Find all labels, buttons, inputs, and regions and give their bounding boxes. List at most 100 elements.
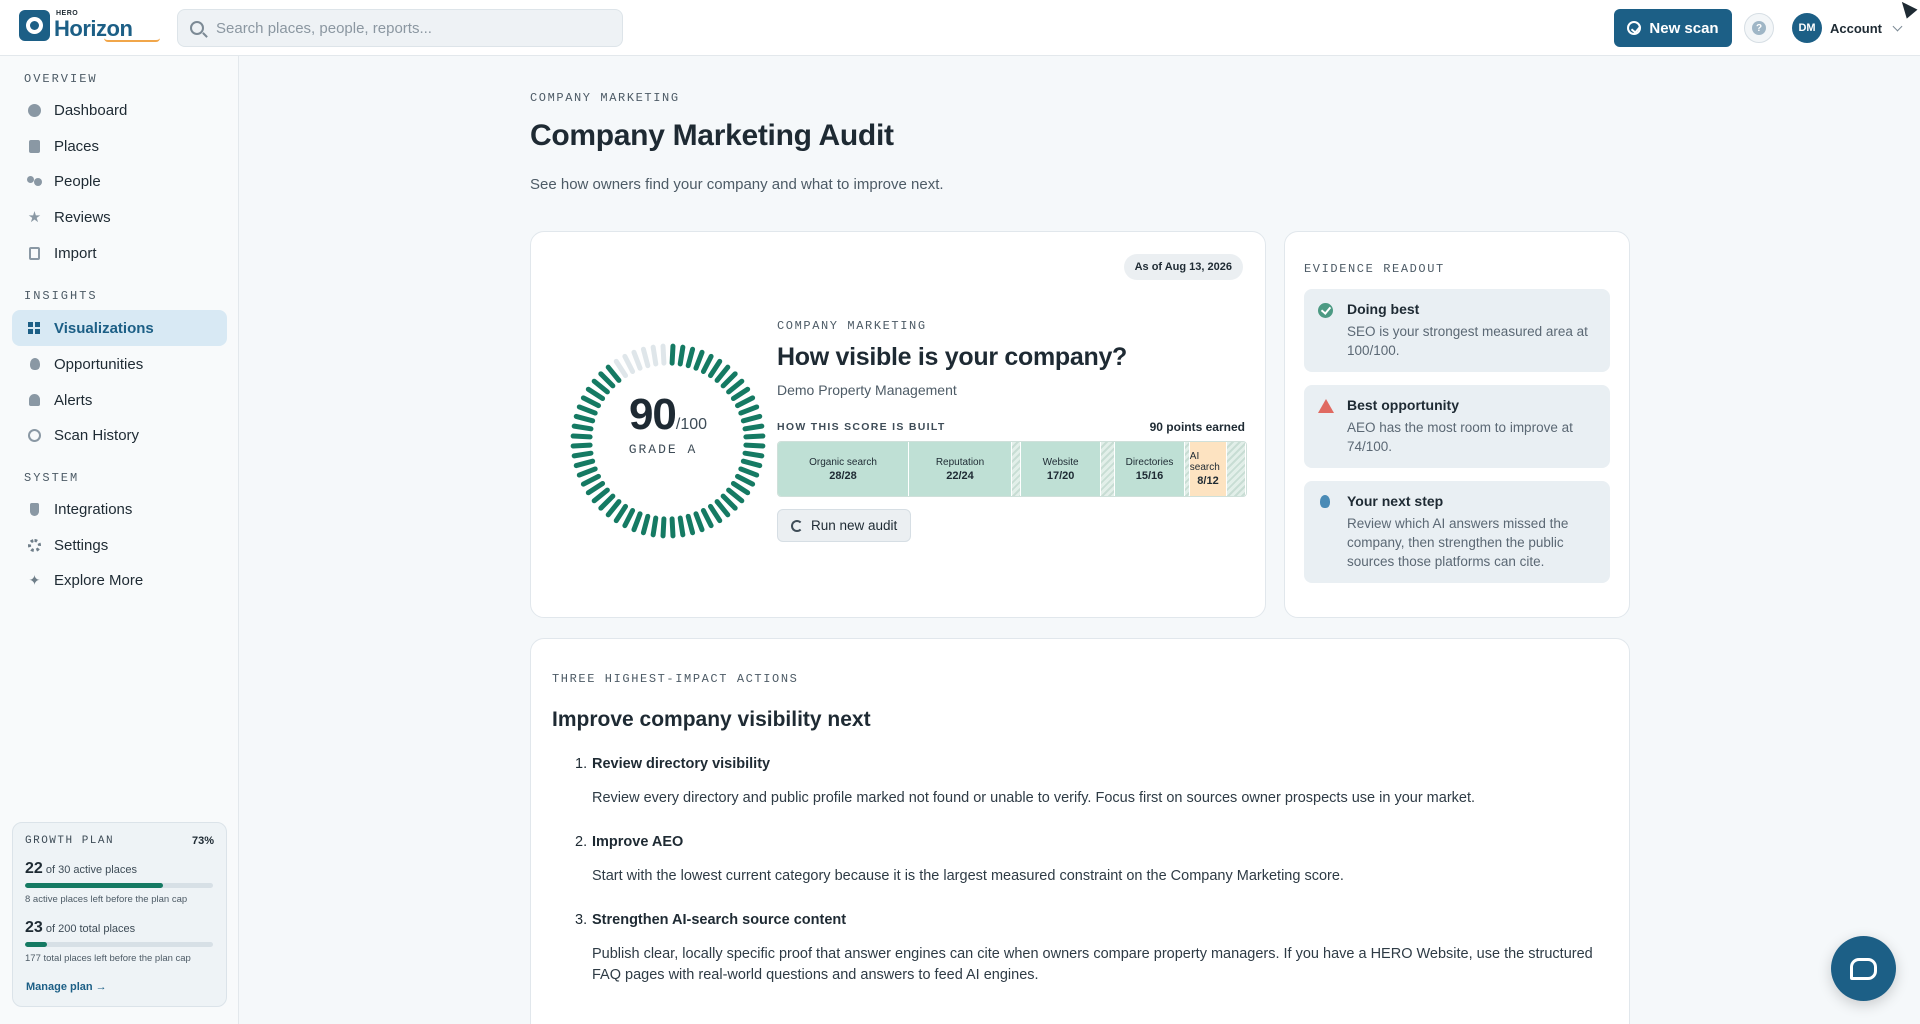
segment-value: 8/12 <box>1197 475 1219 487</box>
manage-plan-link[interactable]: Manage plan → <box>26 981 107 993</box>
run-new-audit-label: Run new audit <box>811 518 898 533</box>
segment-value: 22/24 <box>946 469 974 482</box>
active-places-note: 8 active places left before the plan cap <box>25 894 188 905</box>
action-text: Publish clear, locally specific proof th… <box>592 946 1593 983</box>
gauge-tick <box>580 473 602 487</box>
active-places-count: 22 <box>25 860 43 877</box>
gauge-tick <box>631 349 643 371</box>
grade-label: GRADE A <box>628 442 698 457</box>
gauge-tick <box>693 511 705 533</box>
help-button[interactable]: ? <box>1744 13 1774 43</box>
gauge-tick <box>585 480 606 496</box>
lightbulb-icon <box>1320 495 1330 508</box>
search-input[interactable] <box>216 19 596 37</box>
action-item: 1. Review directory visibility Review ev… <box>575 756 1608 809</box>
plug-icon <box>30 502 39 516</box>
evidence-next-step: Your next step Review which AI answers m… <box>1304 481 1610 583</box>
gauge-tick <box>650 515 659 538</box>
gauge-tick <box>573 413 596 424</box>
action-item: 2. Improve AEO Start with the lowest cur… <box>575 834 1608 887</box>
sidebar-item-scan-history[interactable]: Scan History <box>12 417 227 453</box>
sidebar-item-settings[interactable]: Settings <box>12 527 227 563</box>
sidebar-item-label: Settings <box>54 536 109 554</box>
sidebar-item-people[interactable]: People <box>12 163 227 199</box>
score-segment: Directories 15/16 <box>1114 442 1186 496</box>
growth-plan-card: GROWTH PLAN 73% 22 of 30 active places 8… <box>12 822 227 1007</box>
sidebar-item-alerts[interactable]: Alerts <box>12 382 227 418</box>
chat-bubble-icon <box>1850 957 1877 980</box>
gauge-tick <box>685 513 696 536</box>
logo-brand-small: HERO <box>56 10 79 17</box>
segment-value: 28/28 <box>829 469 857 482</box>
gauge-tick <box>622 353 636 375</box>
gauge-tick <box>622 507 636 529</box>
chat-button[interactable] <box>1831 936 1896 1001</box>
sidebar-item-label: Scan History <box>54 426 140 444</box>
account-menu[interactable]: DM Account <box>1792 13 1903 43</box>
gauge-tick <box>740 413 763 424</box>
account-label: Account <box>1830 20 1882 36</box>
gauge-tick <box>613 503 629 524</box>
segment-label: AI search <box>1189 451 1220 473</box>
gauge-tick <box>730 480 751 496</box>
gauge-tick <box>571 450 594 459</box>
growth-plan-percent: 73% <box>191 835 214 847</box>
gauge-tick <box>734 395 756 409</box>
score-built-label: HOW THIS SCORE IS BUILT <box>777 421 946 433</box>
score-segment: Website 17/20 <box>1021 442 1101 496</box>
score-max: /100 <box>675 416 708 433</box>
warning-icon <box>1318 399 1334 413</box>
segment-missed-points <box>1227 442 1246 496</box>
sidebar-item-reviews[interactable]: ★ Reviews <box>12 199 227 235</box>
total-places-label: of 200 total places <box>45 923 136 935</box>
avatar: DM <box>1792 13 1822 43</box>
points-earned: 90 points earned <box>1149 420 1245 434</box>
evidence-text: SEO is your strongest measured area at 1… <box>1347 324 1588 358</box>
sidebar-item-integrations[interactable]: Integrations <box>12 491 227 527</box>
action-title: Review directory visibility <box>592 756 771 772</box>
sidebar-item-dashboard[interactable]: Dashboard <box>12 92 227 128</box>
sidebar-item-import[interactable]: Import <box>12 235 227 271</box>
gauge-tick <box>720 493 738 511</box>
total-places-count: 23 <box>25 919 43 936</box>
segment-label: Website <box>1042 456 1079 468</box>
sidebar-item-places[interactable]: Places <box>12 128 227 164</box>
gauge-tick <box>631 511 643 533</box>
evidence-card: EVIDENCE READOUT Doing best SEO is your … <box>1284 231 1630 618</box>
page-eyebrow: COMPANY MARKETING <box>530 91 680 105</box>
sidebar-item-label: Places <box>54 137 100 155</box>
sidebar-item-label: Dashboard <box>54 101 128 119</box>
gauge-tick <box>650 344 659 367</box>
gauge-tick <box>742 450 765 459</box>
sidebar-item-opportunities[interactable]: Opportunities <box>12 346 227 382</box>
actions-title: Improve company visibility next <box>552 708 871 731</box>
gauge-tick <box>576 466 598 478</box>
gear-icon <box>28 538 41 552</box>
import-icon <box>29 246 40 260</box>
people-icon <box>27 176 42 186</box>
sidebar-section-system: SYSTEM <box>24 471 80 485</box>
sidebar-item-explore-more[interactable]: ✦ Explore More <box>12 562 227 598</box>
grid-icon <box>28 322 41 334</box>
run-new-audit-button[interactable]: Run new audit <box>777 509 912 542</box>
search-bar[interactable] <box>177 9 623 47</box>
score-segment: Organic search 28/28 <box>778 442 910 496</box>
score-breakdown-bar: Organic search 28/28 Reputation 22/24 Websit… <box>777 441 1247 497</box>
gauge-tick <box>585 386 606 402</box>
sidebar-item-label: Integrations <box>54 500 133 518</box>
sidebar-item-visualizations[interactable]: Visualizations <box>12 310 227 346</box>
check-circle-icon <box>1318 303 1333 318</box>
total-places-note: 177 total places left before the plan ca… <box>25 953 191 964</box>
new-scan-label: New scan <box>1649 19 1719 37</box>
new-scan-button[interactable]: New scan <box>1614 9 1732 47</box>
segment-label: Reputation <box>935 456 985 468</box>
evidence-doing-best: Doing best SEO is your strongest measure… <box>1304 289 1610 372</box>
segment-value: 17/20 <box>1046 469 1075 482</box>
logo-swoosh-icon <box>104 38 160 42</box>
bell-icon <box>29 394 40 406</box>
segment-label: Directories <box>1125 456 1174 468</box>
gauge-tick <box>640 346 651 369</box>
dashboard-icon <box>28 103 41 117</box>
gauge-tick <box>570 442 593 449</box>
gauge-tick <box>734 473 756 487</box>
